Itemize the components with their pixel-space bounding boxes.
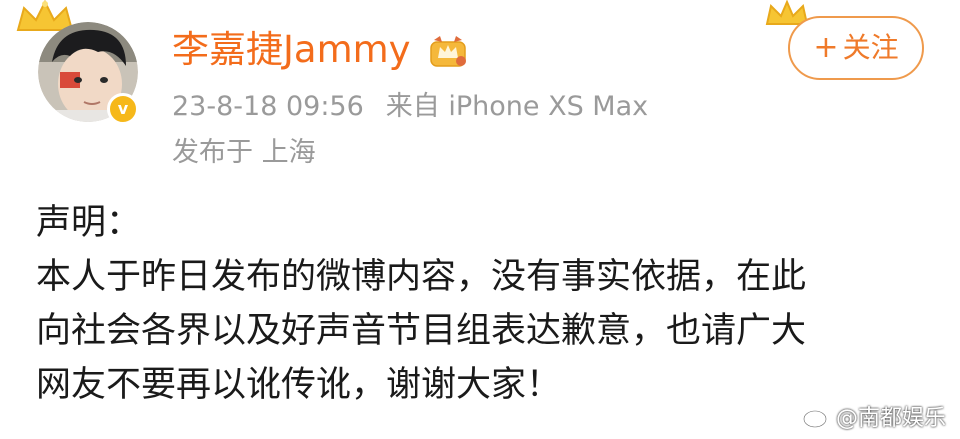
watermark-text: @南都娱乐 <box>836 406 947 431</box>
post-line: 本人于昨日发布的微博内容，没有事实依据，在此 <box>36 257 807 297</box>
post-content: 声明： 本人于昨日发布的微博内容，没有事实依据，在此 向社会各界以及好声音节目组… <box>36 196 936 412</box>
verified-badge-icon: v <box>107 93 139 125</box>
member-crown-icon[interactable] <box>428 34 468 68</box>
post-location: 发布于 上海 <box>172 137 316 168</box>
post-meta: 23-8-18 09:56 来自 iPhone XS Max <box>172 87 648 127</box>
username[interactable]: 李嘉捷Jammy <box>172 26 411 74</box>
post-line: 网友不要再以讹传讹，谢谢大家！ <box>36 365 562 405</box>
post-source: 来自 iPhone XS Max <box>385 91 649 122</box>
post-line: 向社会各界以及好声音节目组表达歉意，也请广大 <box>36 311 807 351</box>
follow-button[interactable]: + 关注 <box>788 16 924 80</box>
weibo-logo-icon <box>802 406 830 429</box>
plus-icon: + <box>813 30 839 65</box>
post-timestamp[interactable]: 23-8-18 09:56 <box>172 91 364 122</box>
follow-label: 关注 <box>842 31 899 64</box>
post-line: 声明： <box>36 203 142 243</box>
watermark: @南都娱乐 <box>802 398 946 434</box>
